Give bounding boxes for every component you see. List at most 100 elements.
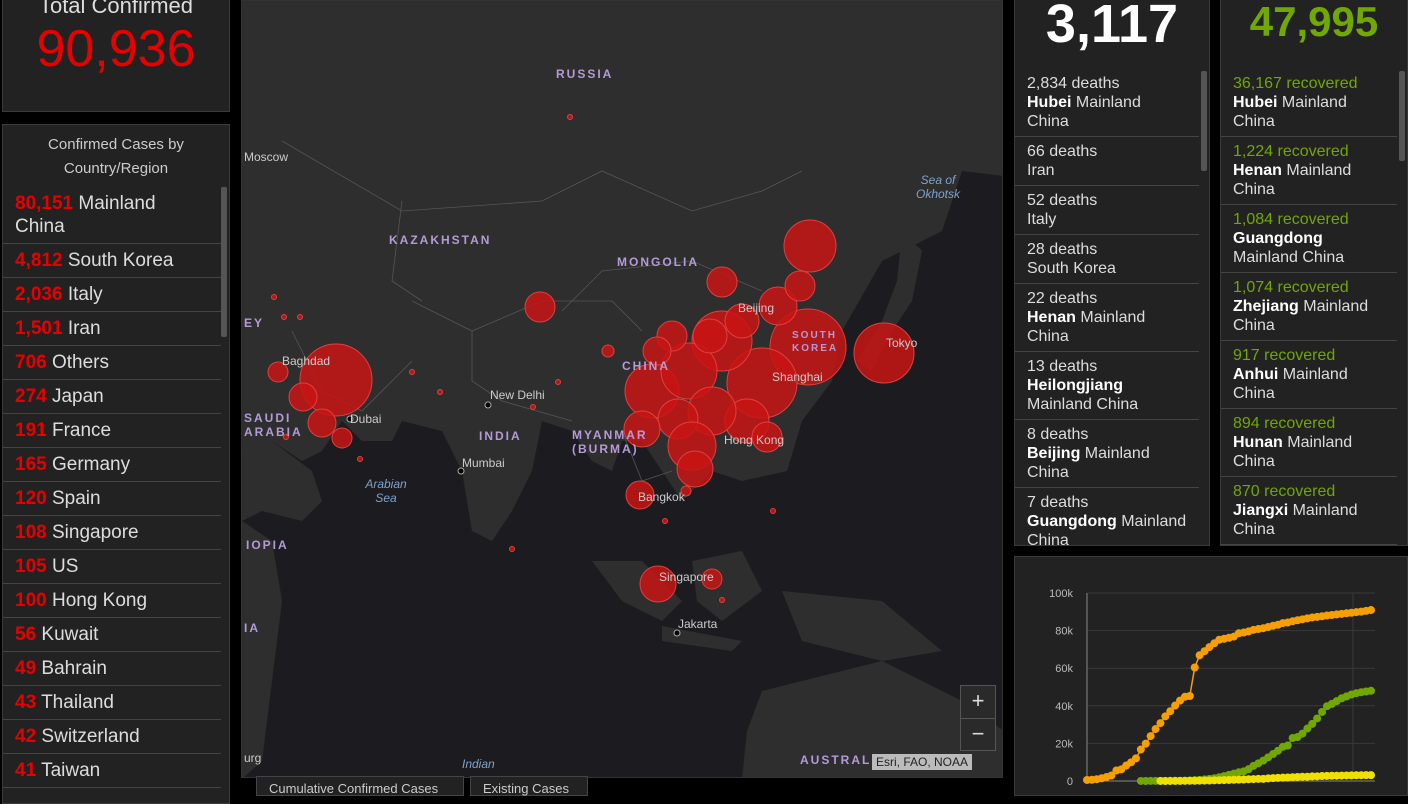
chart-point[interactable] <box>1367 606 1375 615</box>
bubble-shandong <box>692 318 728 354</box>
deaths-list-item[interactable]: 8 deaths Beijing Mainland China <box>1015 420 1199 488</box>
recovered-list-item[interactable]: 1,084 recovered Guangdong Mainland China <box>1221 205 1397 273</box>
country-list-item[interactable]: 49 Bahrain <box>3 652 221 686</box>
bubble-jilin <box>784 270 816 302</box>
death-count: 52 deaths <box>1027 192 1098 209</box>
recovered-list-scrollbar[interactable] <box>1399 71 1405 161</box>
chart-point[interactable] <box>1185 691 1194 700</box>
country-list-item[interactable]: 43 Thailand <box>3 686 221 720</box>
city-moscow: Moscow <box>244 150 289 164</box>
death-count: 22 deaths <box>1027 290 1098 307</box>
country-list-scrollbar[interactable] <box>221 187 227 337</box>
map-canvas[interactable] <box>242 1 1003 778</box>
chart-point[interactable] <box>1131 754 1140 763</box>
bubble-nepal <box>530 404 536 410</box>
death-region: South Korea <box>1027 260 1116 277</box>
tab-cumulative-confirmed[interactable]: Cumulative Confirmed Cases <box>256 776 464 796</box>
city-new-delhi: New Delhi <box>490 388 545 402</box>
country-list-item[interactable]: 42 Switzerland <box>3 720 221 754</box>
chart-point[interactable] <box>1156 719 1165 728</box>
death-count: 8 deaths <box>1027 426 1089 443</box>
country-name: Singapore <box>51 522 139 543</box>
country-list-item[interactable]: 2,036 Italy <box>3 278 221 312</box>
death-count: 2,834 deaths <box>1027 75 1120 92</box>
chart-point[interactable] <box>1146 732 1155 741</box>
chart-point[interactable] <box>1367 686 1375 695</box>
country-list-item[interactable]: 41 Taiwan <box>3 754 221 788</box>
label-myanmar: MYANMAR (BURMA) <box>572 428 648 456</box>
recovered-list-item[interactable]: 1,074 recovered Zhejiang Mainland China <box>1221 273 1397 341</box>
recovered-list-item[interactable]: 917 recovered Anhui Mainland China <box>1221 341 1397 409</box>
landmass-new-guinea <box>782 591 942 661</box>
recovered-list-item[interactable]: 870 recovered Jiangxi Mainland China <box>1221 477 1397 545</box>
country-count: 1,501 <box>15 318 63 339</box>
country-list-item[interactable]: 80,151 Mainland China <box>3 187 221 244</box>
deaths-list-item[interactable]: 52 deaths Italy <box>1015 186 1199 235</box>
bubble-guangxi <box>676 450 714 488</box>
deaths-list-item[interactable]: 7 deaths Guangdong Mainland China <box>1015 488 1199 545</box>
bubble-pakistan <box>437 389 443 395</box>
sea-okhotsk: Sea of Okhotsk <box>915 173 960 201</box>
recovered-list-item[interactable]: 894 recovered Hunan Mainland China <box>1221 409 1397 477</box>
country-list-item[interactable]: 274 Japan <box>3 380 221 414</box>
country-list-item[interactable]: 56 Kuwait <box>3 618 221 652</box>
country-list-item[interactable]: 120 Spain <box>3 482 221 516</box>
bubble-iraq <box>288 382 318 412</box>
chart-y-tick-label: 100k <box>1049 588 1073 600</box>
country-name: Spain <box>51 488 101 509</box>
bubble-japan <box>853 322 915 384</box>
country-name: South Korea <box>67 250 174 271</box>
map-view[interactable]: RUSSIA KAZAKHSTAN MONGOLIA CHINA INDIA M… <box>241 0 1003 778</box>
chart-point[interactable] <box>1190 663 1199 672</box>
country-list-item[interactable]: 191 France <box>3 414 221 448</box>
recovered-list-item[interactable]: 36,167 recovered Hubei Mainland China <box>1221 69 1397 137</box>
deaths-list-item[interactable]: 66 deaths Iran <box>1015 137 1199 186</box>
country-name: Switzerland <box>41 726 140 747</box>
country-list-item[interactable]: 100 Hong Kong <box>3 584 221 618</box>
death-count: 28 deaths <box>1027 241 1098 258</box>
country-name: Germany <box>51 454 131 475</box>
country-list-item[interactable]: 165 Germany <box>3 448 221 482</box>
recovered-count: 1,084 recovered <box>1233 211 1349 228</box>
country-name: Japan <box>51 386 104 407</box>
death-count: 13 deaths <box>1027 358 1098 375</box>
country-count: 42 <box>15 726 37 747</box>
recovered-list-item[interactable]: 1,224 recovered Henan Mainland China <box>1221 137 1397 205</box>
zoom-out-button[interactable]: − <box>961 719 995 751</box>
bubble-tibet <box>601 344 615 358</box>
deaths-list-item[interactable]: 22 deaths Henan Mainland China <box>1015 284 1199 352</box>
chart-point[interactable] <box>1141 739 1150 748</box>
country-count: 108 <box>15 522 47 543</box>
chart-point[interactable] <box>1283 741 1292 750</box>
tab-existing-cases[interactable]: Existing Cases <box>470 776 588 796</box>
bubble-sri-lanka <box>509 546 515 552</box>
death-region: Italy <box>1027 211 1057 228</box>
country-count: 100 <box>15 590 47 611</box>
label-india: INDIA <box>479 429 522 443</box>
deaths-list: 2,834 deaths Hubei Mainland China 66 death… <box>1015 69 1209 545</box>
recovered-count: 1,074 recovered <box>1233 279 1349 296</box>
deaths-list-item[interactable]: 28 deaths South Korea <box>1015 235 1199 284</box>
chart-point[interactable] <box>1313 714 1322 723</box>
country-name: Iran <box>67 318 101 339</box>
deaths-list-item[interactable]: 13 deaths Heilongjiang Mainland China <box>1015 352 1199 420</box>
deaths-list-scrollbar[interactable] <box>1201 71 1207 171</box>
country-list-item[interactable]: 1,501 Iran <box>3 312 221 346</box>
country-list-item[interactable]: 105 US <box>3 550 221 584</box>
country-name: US <box>51 556 79 577</box>
country-name: Bahrain <box>41 658 107 679</box>
country-list-item[interactable]: 4,812 South Korea <box>3 244 221 278</box>
country-list-item[interactable]: 706 Others <box>3 346 221 380</box>
city-beijing: Beijing <box>738 301 775 315</box>
country-count: 80,151 <box>15 193 74 214</box>
deaths-list-item[interactable]: 2,834 deaths Hubei Mainland China <box>1015 69 1199 137</box>
recovered-province: Anhui <box>1233 366 1279 383</box>
country-list-item[interactable]: 108 Singapore <box>3 516 221 550</box>
bubble-heilongjiang <box>783 219 837 273</box>
country-count: 2,036 <box>15 284 63 305</box>
recovered-count: 870 recovered <box>1233 483 1336 500</box>
country-count: 191 <box>15 420 47 441</box>
recovered-region: Mainland China <box>1233 249 1345 266</box>
zoom-in-button[interactable]: + <box>961 686 995 719</box>
chart-point[interactable] <box>1367 771 1375 780</box>
